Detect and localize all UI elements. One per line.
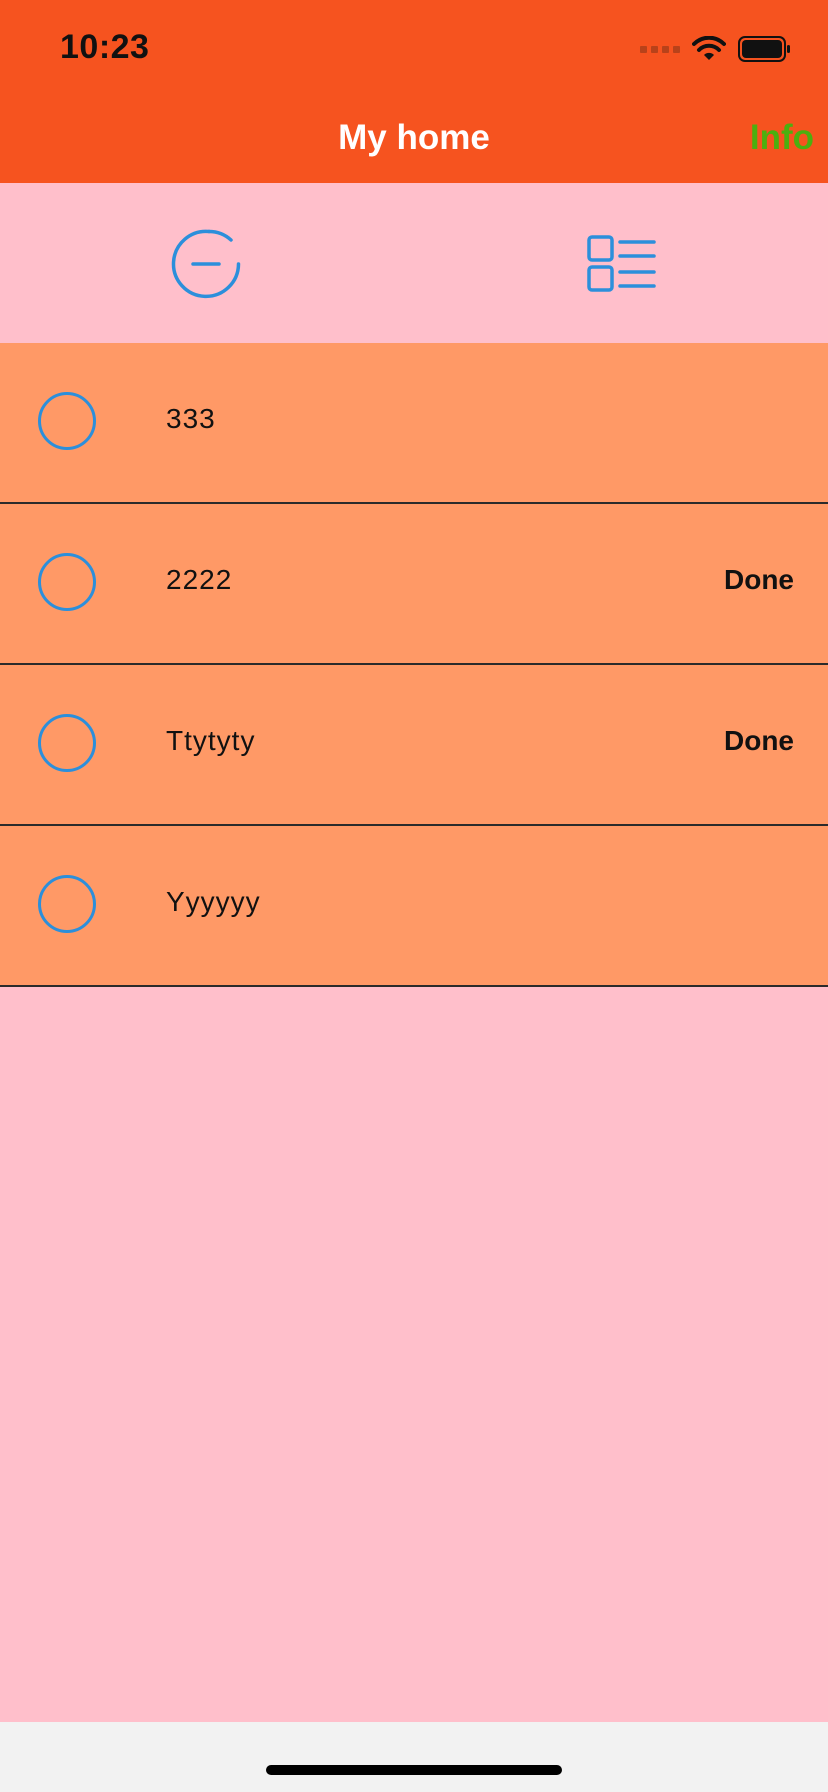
navigation-header: 10:23 My home Info (0, 0, 828, 183)
checkbox-circle-icon[interactable] (38, 392, 96, 450)
status-icons (640, 34, 792, 64)
screen: 10:23 My home Info 333 2222 Done Ttytyty… (0, 0, 828, 1792)
home-indicator[interactable] (266, 1765, 562, 1775)
checklist-button[interactable] (586, 229, 658, 299)
minus-circle-icon (171, 229, 241, 299)
item-title: Yyyyyy (166, 886, 261, 917)
list-item[interactable]: Ttytyty Done (0, 665, 828, 826)
info-button[interactable]: Info (750, 118, 814, 158)
item-title: Ttytyty (166, 725, 256, 756)
list-item[interactable]: 2222 Done (0, 504, 828, 665)
cellular-signal-icon (640, 45, 680, 53)
remove-button[interactable] (171, 229, 241, 299)
checkbox-circle-icon[interactable] (38, 714, 96, 772)
item-title: 333 (166, 403, 216, 434)
checklist-icon (587, 235, 656, 292)
checkbox-circle-icon[interactable] (38, 553, 96, 611)
wifi-icon (692, 36, 726, 60)
item-status: Done (724, 564, 794, 595)
list-item[interactable]: Yyyyyy (0, 826, 828, 987)
task-list: 333 2222 Done Ttytyty Done Yyyyyy (0, 343, 828, 987)
page-title: My home (338, 118, 490, 157)
battery-icon (738, 36, 790, 62)
list-item[interactable]: 333 (0, 343, 828, 504)
item-status: Done (724, 725, 794, 756)
toolbar (0, 183, 828, 343)
checkbox-circle-icon[interactable] (38, 875, 96, 933)
item-title: 2222 (166, 564, 233, 595)
status-time: 10:23 (60, 28, 150, 66)
home-indicator-area (0, 1722, 828, 1792)
